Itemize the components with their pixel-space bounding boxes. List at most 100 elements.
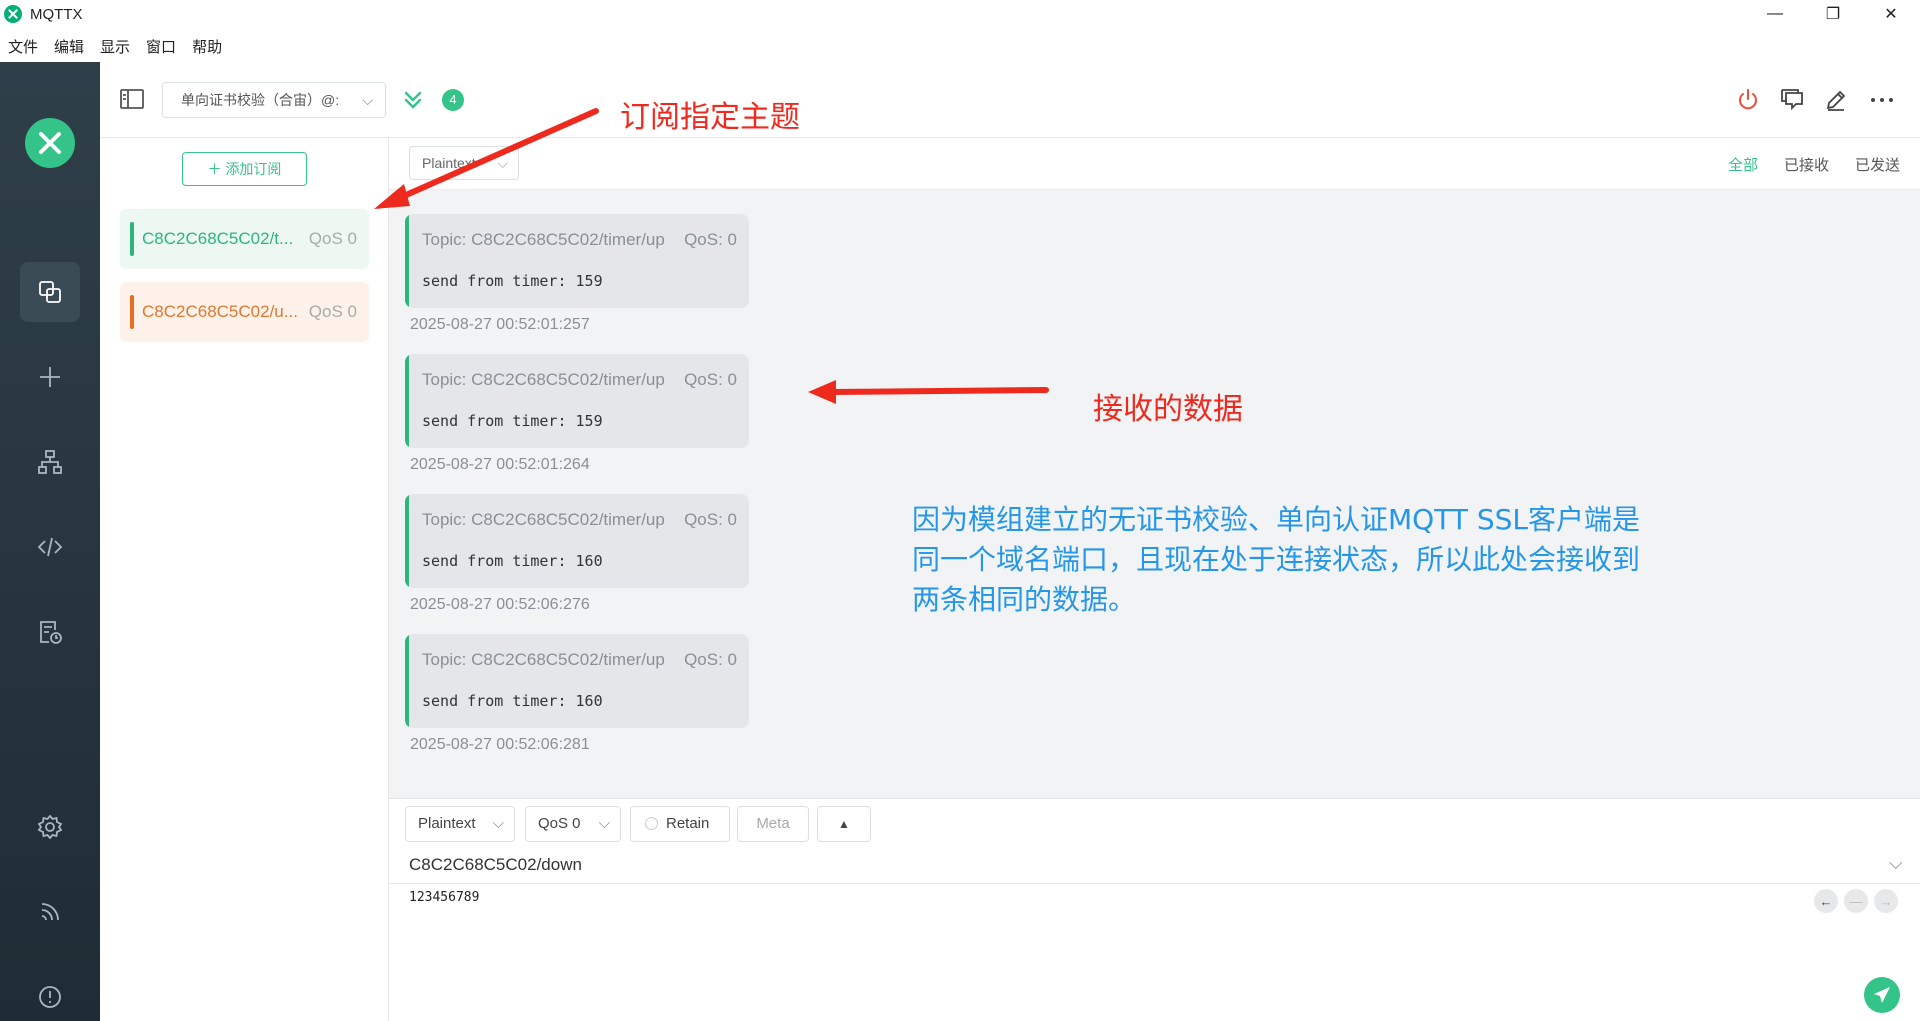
history-prev-button[interactable]: ← xyxy=(1814,889,1838,913)
message-topic: Topic: C8C2C68C5C02/timer/up xyxy=(422,650,665,669)
collapse-button[interactable]: ▲ xyxy=(817,806,871,842)
log-icon xyxy=(40,621,62,644)
nav-script[interactable] xyxy=(20,517,80,577)
history-next-button[interactable]: → xyxy=(1874,889,1898,913)
add-subscription-label: 添加订阅 xyxy=(225,161,282,177)
nav-subscribe[interactable] xyxy=(20,882,80,942)
topology-icon xyxy=(38,450,62,474)
publish-payload-input[interactable]: 123456789 xyxy=(409,890,479,905)
add-subscription-button[interactable]: ＋ 添加订阅 xyxy=(182,152,307,186)
annotation-note-line: 同一个域名端口，且现在处于连接状态，所以此处会接收到 xyxy=(912,543,1641,576)
arrow-left-icon: ← xyxy=(1819,893,1833,909)
history-clear-button[interactable]: — xyxy=(1844,889,1868,913)
settings-icon xyxy=(37,814,63,840)
message-item[interactable]: Topic: C8C2C68C5C02/timer/up QoS: 0 send… xyxy=(405,494,749,614)
publish-qos-select[interactable]: QoS 0 ⌵ xyxy=(525,806,621,842)
code-icon xyxy=(37,537,63,557)
filter-all[interactable]: 全部 xyxy=(1728,154,1758,175)
message-topic: Topic: C8C2C68C5C02/timer/up xyxy=(422,230,665,249)
connection-name: 单向证书校验（合宙）@: xyxy=(181,92,340,108)
subscription-color-bar xyxy=(130,295,134,329)
left-nav xyxy=(0,62,100,1021)
message-color-bar xyxy=(405,354,409,448)
restore-button[interactable]: ❐ xyxy=(1804,0,1862,28)
edit-connection-button[interactable] xyxy=(1822,86,1850,114)
more-icon xyxy=(1871,98,1893,102)
message-card: Topic: C8C2C68C5C02/timer/up QoS: 0 send… xyxy=(405,354,749,448)
nav-log[interactable] xyxy=(20,602,80,662)
subscription-item[interactable]: C8C2C68C5C02/u... QoS 0 xyxy=(120,282,369,342)
disconnect-button[interactable] xyxy=(1734,86,1762,114)
subscribe-icon xyxy=(41,903,59,921)
nav-new-connection[interactable] xyxy=(20,347,80,407)
mqttx-logo-icon xyxy=(25,118,75,168)
publish-format-select[interactable]: Plaintext ⌵ xyxy=(405,806,515,842)
publish-topic-input[interactable]: C8C2C68C5C02/down xyxy=(409,855,582,875)
menu-file[interactable]: 文件 xyxy=(8,36,38,57)
more-button[interactable] xyxy=(1868,86,1896,114)
message-color-bar xyxy=(405,494,409,588)
meta-button[interactable]: Meta xyxy=(737,806,809,842)
arrow-right-icon: → xyxy=(1879,893,1893,909)
nav-topology[interactable] xyxy=(20,432,80,492)
message-card: Topic: C8C2C68C5C02/timer/up QoS: 0 send… xyxy=(405,494,749,588)
filter-received[interactable]: 已接收 xyxy=(1784,154,1829,175)
connections-icon xyxy=(39,281,61,303)
chevron-down-icon: ⌵ xyxy=(362,92,373,108)
subscription-item[interactable]: C8C2C68C5C02/t... QoS 0 xyxy=(120,209,369,269)
menu-bar: 文件 编辑 显示 窗口 帮助 xyxy=(0,30,1920,62)
menu-help[interactable]: 帮助 xyxy=(192,36,222,57)
subscription-color-bar xyxy=(130,222,134,256)
nav-settings[interactable] xyxy=(20,797,80,857)
retain-toggle[interactable]: Retain xyxy=(630,806,730,842)
chevron-down-icon: ⌵ xyxy=(598,815,610,832)
chevron-down-icon[interactable]: ⌵ xyxy=(1889,853,1903,874)
subscription-topic: C8C2C68C5C02/t... xyxy=(142,229,294,248)
send-button[interactable] xyxy=(1864,977,1900,1013)
info-icon xyxy=(39,986,61,1008)
filter-sent[interactable]: 已发送 xyxy=(1855,154,1900,175)
divider xyxy=(389,883,1920,884)
message-card: Topic: C8C2C68C5C02/timer/up QoS: 0 send… xyxy=(405,214,749,308)
message-color-bar xyxy=(405,214,409,308)
close-button[interactable]: ✕ xyxy=(1862,0,1920,28)
payload-format-select[interactable]: Plaintext ⌵ xyxy=(409,146,519,180)
message-item[interactable]: Topic: C8C2C68C5C02/timer/up QoS: 0 send… xyxy=(405,634,749,754)
app-logo-icon xyxy=(4,5,22,23)
annotation-subscribe: 订阅指定主题 xyxy=(620,100,800,135)
message-time: 2025-08-27 00:52:01:257 xyxy=(410,316,590,333)
comment-icon xyxy=(1781,89,1803,111)
message-payload: send from timer: 159 xyxy=(422,412,603,430)
minimize-button[interactable]: — xyxy=(1746,0,1804,28)
menu-view[interactable]: 显示 xyxy=(100,36,130,57)
nav-about[interactable] xyxy=(20,967,80,1021)
menu-edit[interactable]: 编辑 xyxy=(54,36,84,57)
connection-select[interactable]: 单向证书校验（合宙）@: ⌵ xyxy=(162,82,386,118)
message-payload: send from timer: 160 xyxy=(422,692,603,710)
plus-icon xyxy=(40,367,60,387)
subscription-qos: QoS 0 xyxy=(308,302,357,321)
retain-label: Retain xyxy=(666,815,710,832)
message-topic: Topic: C8C2C68C5C02/timer/up xyxy=(422,370,665,389)
message-color-bar xyxy=(405,634,409,728)
message-item[interactable]: Topic: C8C2C68C5C02/timer/up QoS: 0 send… xyxy=(405,354,749,474)
message-list: Plaintext ⌵ 全部 已接收 已发送 Topic: C8C2C68C5C… xyxy=(389,138,1920,798)
message-qos: QoS: 0 xyxy=(684,230,737,249)
chevron-down-icon: ⌵ xyxy=(492,815,504,832)
message-time: 2025-08-27 00:52:06:281 xyxy=(410,736,590,753)
send-icon xyxy=(1874,987,1890,1003)
publish-panel: Plaintext ⌵ QoS 0 ⌵ Retain Meta ▲ C8C2C6… xyxy=(389,798,1920,1021)
nav-connections[interactable] xyxy=(20,262,80,322)
message-item[interactable]: Topic: C8C2C68C5C02/timer/up QoS: 0 send… xyxy=(405,214,749,334)
message-qos: QoS: 0 xyxy=(684,510,737,529)
expand-icon[interactable] xyxy=(402,88,424,112)
annotation-note: 因为模组建立的无证书校验、单向认证MQTT SSL客户端是 同一个域名端口，且现… xyxy=(912,500,1762,620)
message-time: 2025-08-27 00:52:01:264 xyxy=(410,456,590,473)
edit-icon xyxy=(1826,90,1846,111)
menu-window[interactable]: 窗口 xyxy=(146,36,176,57)
message-time: 2025-08-27 00:52:06:276 xyxy=(410,596,590,613)
plus-icon: ＋ xyxy=(207,161,226,177)
power-icon xyxy=(1739,89,1757,110)
panel-toggle-icon[interactable] xyxy=(120,88,144,110)
new-window-button[interactable] xyxy=(1778,86,1806,114)
